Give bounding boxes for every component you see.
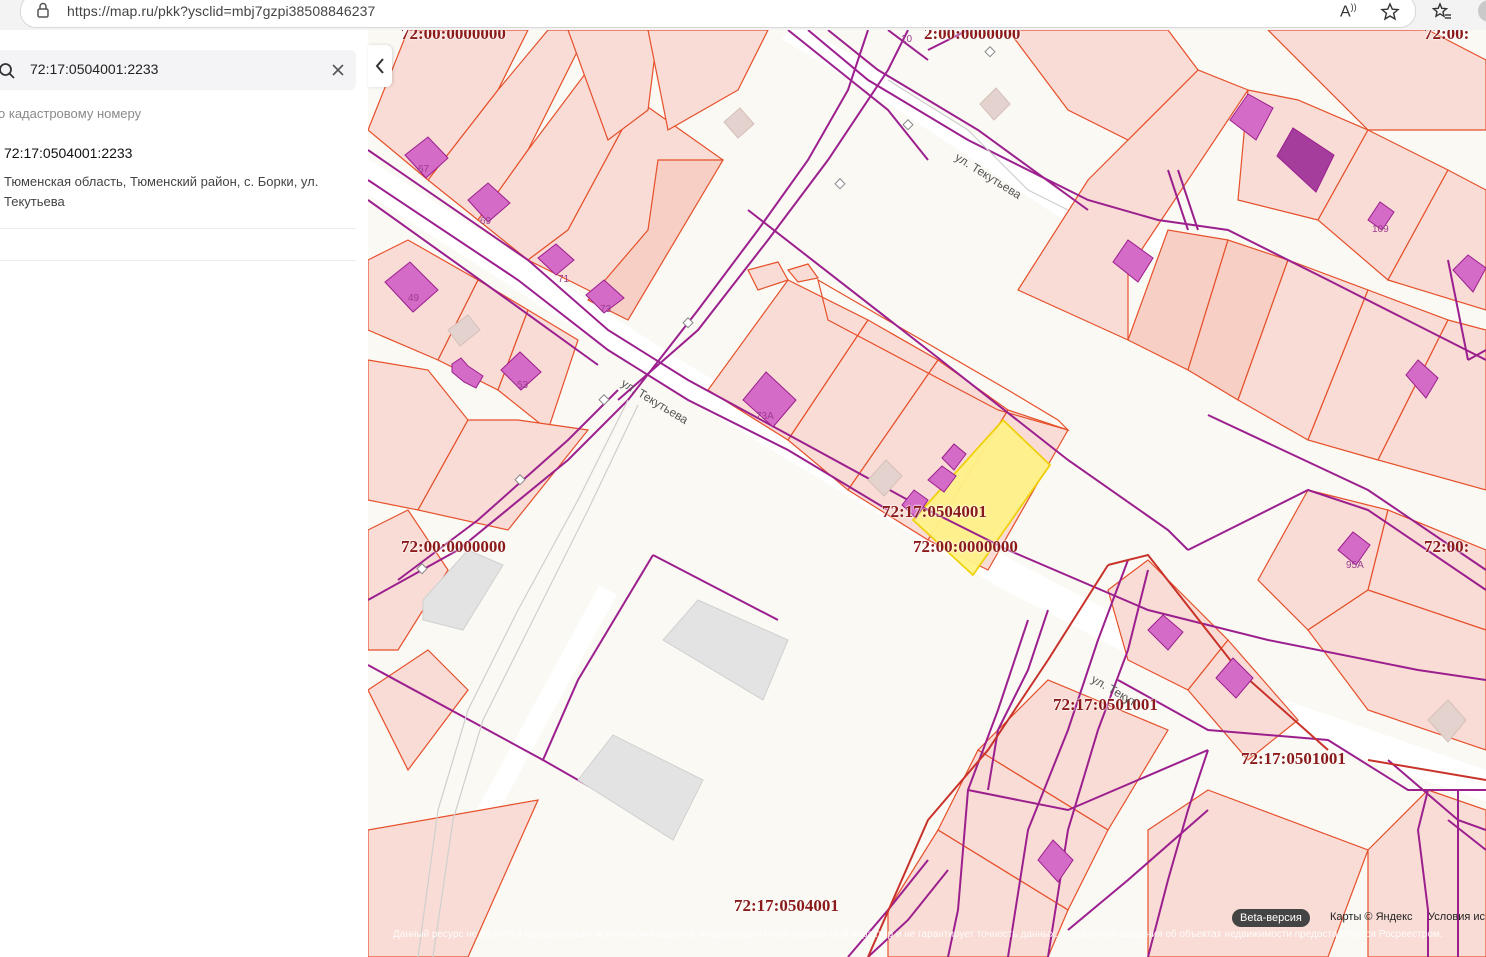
chevron-left-icon bbox=[375, 58, 384, 74]
house-number: 73А bbox=[756, 411, 774, 422]
map-disclaimer: Данный ресурс не является официальным ис… bbox=[393, 929, 1443, 940]
map-copyright[interactable]: Карты © Яндекс bbox=[1330, 911, 1413, 923]
quarter-label: 72:00:0000000 bbox=[401, 30, 506, 43]
quarter-label: 72:17:0504001 bbox=[734, 896, 839, 915]
quarter-label: 72:00: bbox=[1424, 30, 1470, 43]
quarter-label: 2:00:0000000 bbox=[924, 30, 1021, 43]
search-box bbox=[0, 50, 356, 90]
beta-badge: Beta-версия bbox=[1232, 909, 1310, 927]
favorite-star-icon[interactable] bbox=[1380, 2, 1400, 22]
profile-avatar[interactable] bbox=[1478, 0, 1486, 22]
quarter-label: 72:17:0501001 bbox=[1053, 695, 1158, 714]
close-icon[interactable] bbox=[330, 62, 346, 78]
search-icon[interactable] bbox=[0, 62, 16, 80]
cadastral-map[interactable]: 72:00:0000000 2:00:0000000 72:00: 72:17:… bbox=[368, 30, 1486, 957]
favorites-list-icon[interactable] bbox=[1432, 2, 1452, 22]
read-aloud-icon[interactable]: A)) bbox=[1340, 2, 1360, 22]
browser-toolbar: https://map.ru/pkk?ysclid=mbj7gzpi385088… bbox=[0, 0, 1486, 30]
house-number: 69 bbox=[480, 216, 492, 227]
house-number: 109 bbox=[1372, 224, 1389, 235]
search-panel: о кадастровому номеру 72:17:0504001:2233… bbox=[0, 30, 368, 957]
quarter-label: 72:00:0000000 bbox=[401, 537, 506, 556]
result-cadastral-number: 72:17:0504001:2233 bbox=[4, 145, 133, 161]
quarter-label: 72:00: bbox=[1424, 537, 1470, 556]
house-number: 10 bbox=[901, 34, 913, 45]
quarter-label: 72:00:0000000 bbox=[913, 537, 1018, 556]
house-number: 53 bbox=[517, 380, 529, 391]
collapse-panel-button[interactable] bbox=[368, 45, 392, 87]
map-canvas bbox=[368, 30, 1486, 957]
search-result-item[interactable]: 72:17:0504001:2233 Тюменская область, Тю… bbox=[0, 132, 356, 229]
divider bbox=[0, 260, 356, 261]
house-number: 95А bbox=[1346, 560, 1364, 571]
result-address: Тюменская область, Тюменский район, с. Б… bbox=[4, 174, 319, 209]
house-number: 49 bbox=[408, 293, 420, 304]
house-number: 73 bbox=[600, 304, 612, 315]
terms-link[interactable]: Условия ис bbox=[1428, 911, 1485, 923]
quarter-label: 72:17:0504001 bbox=[882, 502, 987, 521]
lock-icon bbox=[37, 2, 49, 18]
house-number: 71 bbox=[558, 274, 570, 285]
search-input[interactable] bbox=[28, 60, 312, 78]
house-number: 67 bbox=[418, 164, 430, 175]
search-mode-label: о кадастровому номеру bbox=[0, 106, 142, 121]
url-text[interactable]: https://map.ru/pkk?ysclid=mbj7gzpi385088… bbox=[67, 3, 375, 19]
quarter-label: 72:17:0501001 bbox=[1241, 749, 1346, 768]
